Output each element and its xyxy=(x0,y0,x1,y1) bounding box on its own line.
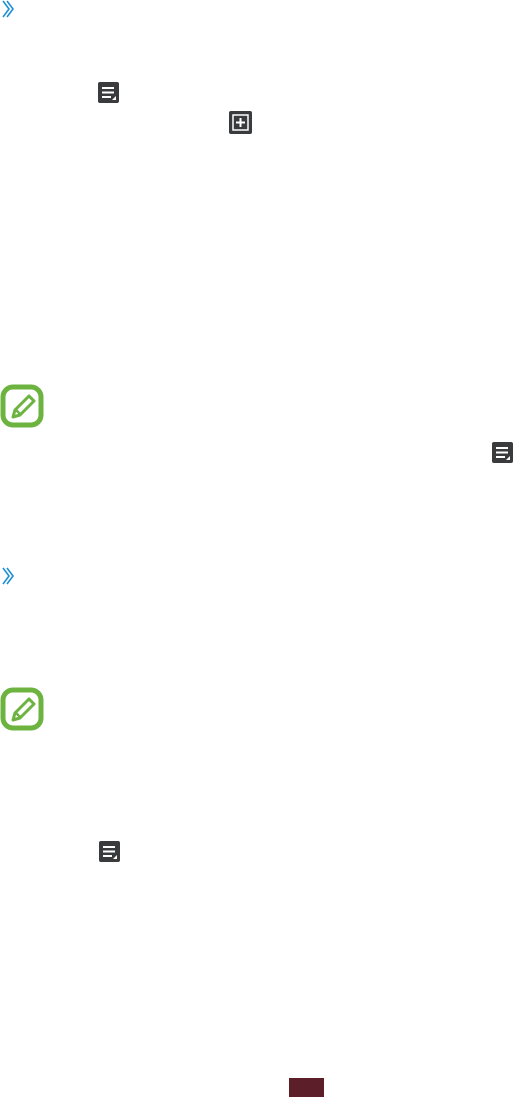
section-chevron-icon xyxy=(2,567,14,589)
note-icon xyxy=(0,687,44,735)
menu-icon-inline xyxy=(492,442,513,467)
page-number-badge xyxy=(289,1078,324,1097)
section-chevron-icon xyxy=(2,0,14,22)
menu-icon xyxy=(99,841,120,866)
add-box-icon xyxy=(229,111,252,138)
menu-icon xyxy=(98,82,119,107)
note-icon xyxy=(0,384,44,432)
